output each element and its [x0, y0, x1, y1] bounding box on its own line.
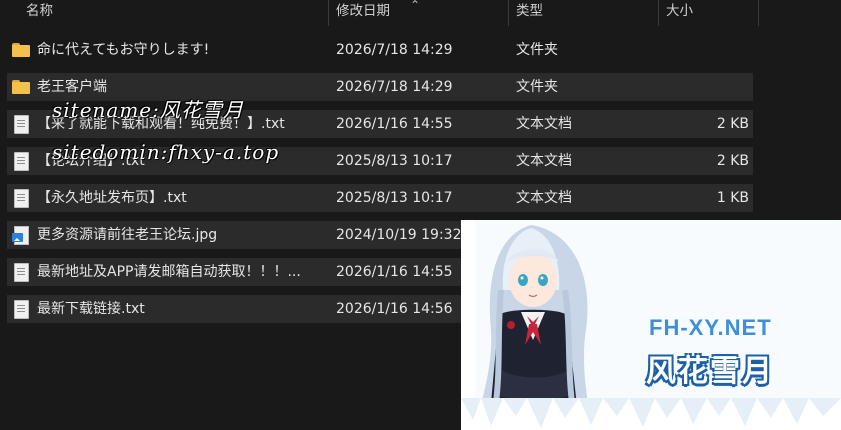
file-size [659, 36, 749, 64]
file-row[interactable]: 命に代えてもお守りします! 2026/7/18 14:29 文件夹 [7, 36, 753, 64]
watermark-sitedomain: sitedomin:fhxy-a.top [52, 140, 280, 164]
file-name: 命に代えてもお守りします! [37, 42, 210, 58]
folder-icon [12, 78, 30, 96]
ad-subtitle: 风花雪月 [646, 354, 774, 389]
watermark-sitename: sitename:风花雪月 [52, 98, 244, 122]
file-type: 文件夹 [516, 42, 558, 58]
file-size [659, 73, 749, 101]
column-header: 名称 ⌃ 修改日期 类型 大小 [0, 0, 841, 26]
file-name: 最新下载链接.txt [37, 301, 145, 317]
file-type: 文本文档 [516, 116, 572, 132]
file-name: 【永久地址发布页】.txt [37, 190, 187, 206]
file-date: 2026/7/18 14:29 [336, 42, 453, 58]
file-type: 文件夹 [516, 79, 558, 95]
column-header-date[interactable]: 修改日期 [328, 0, 390, 26]
file-date: 2026/7/18 14:29 [336, 79, 453, 95]
file-date: 2025/8/13 10:17 [336, 153, 453, 169]
file-type: 文本文档 [516, 153, 572, 169]
text-file-icon [12, 300, 30, 319]
text-file-icon [12, 189, 30, 208]
file-date: 2026/1/16 14:55 [336, 116, 453, 132]
file-name: 更多资源请前往老王论坛.jpg [37, 227, 218, 243]
text-file-icon [12, 115, 30, 134]
file-type: 文本文档 [516, 190, 572, 206]
file-size: 2 KB [716, 153, 749, 169]
ad-title: FH-XY.NET [649, 315, 772, 340]
ad-banner[interactable]: FH-XY.NET 风花雪月 [461, 220, 841, 430]
file-size: 1 KB [716, 190, 749, 206]
text-file-icon [12, 152, 30, 171]
file-size: 2 KB [716, 116, 749, 132]
column-header-size[interactable]: 大小 [658, 0, 693, 26]
column-header-type[interactable]: 类型 [508, 0, 543, 26]
column-header-name[interactable]: 名称 [18, 0, 53, 26]
file-date: 2025/8/13 10:17 [336, 190, 453, 206]
image-file-icon [12, 226, 30, 245]
column-divider[interactable] [758, 0, 759, 26]
file-name: 最新地址及APP请发邮箱自动获取！！！... [37, 264, 301, 280]
sort-chevron-icon: ⌃ [410, 0, 421, 12]
file-row[interactable]: 【永久地址发布页】.txt 2025/8/13 10:17 文本文档 1 KB [7, 184, 753, 212]
text-file-icon [12, 263, 30, 282]
folder-icon [12, 41, 30, 59]
